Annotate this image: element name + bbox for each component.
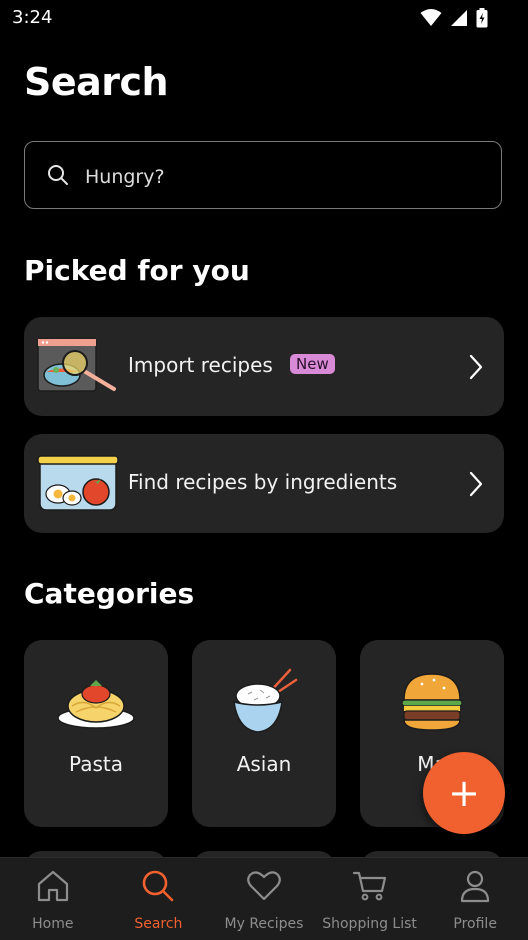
import-recipes-card[interactable]: Import recipes New	[24, 317, 504, 416]
chevron-right-icon	[469, 471, 483, 497]
nav-label: Shopping List	[322, 916, 417, 932]
bottom-nav: Home Search My Recipes Shopping List Pro…	[0, 857, 528, 940]
section-title-categories: Categories	[24, 577, 195, 610]
home-icon	[37, 870, 68, 902]
battery-charging-icon	[476, 8, 488, 28]
category-label: Asian	[236, 752, 292, 776]
section-title-picked: Picked for you	[24, 254, 250, 287]
import-recipes-label: Import recipes	[128, 353, 273, 377]
ingredients-illustration	[37, 455, 119, 511]
nav-label: Search	[134, 916, 183, 932]
heart-icon	[247, 871, 281, 901]
category-asian[interactable]: Asian	[192, 640, 336, 827]
search-icon	[143, 870, 174, 902]
add-recipe-fab[interactable]: +	[423, 752, 505, 834]
nav-label: My Recipes	[224, 916, 304, 932]
import-recipes-illustration	[37, 338, 116, 392]
status-icons	[420, 8, 488, 28]
search-icon	[48, 165, 68, 185]
find-by-ingredients-label: Find recipes by ingredients	[128, 470, 398, 494]
person-icon	[461, 870, 490, 903]
burger-illustration	[401, 673, 463, 731]
cart-icon	[352, 871, 386, 901]
signal-icon	[451, 10, 467, 26]
search-field[interactable]	[24, 141, 502, 209]
nav-label: Home	[32, 916, 74, 932]
rice-bowl-illustration	[233, 668, 298, 733]
status-bar: 3:24	[0, 0, 528, 36]
category-label: Pasta	[69, 752, 123, 776]
nav-item-my-recipes[interactable]: My Recipes	[211, 858, 317, 940]
nav-item-profile[interactable]: Profile	[422, 858, 528, 940]
nav-item-home[interactable]: Home	[0, 858, 106, 940]
wifi-icon	[420, 9, 442, 26]
nav-label: Profile	[453, 916, 497, 932]
plus-icon: +	[448, 771, 480, 815]
nav-item-shopping-list[interactable]: Shopping List	[317, 858, 423, 940]
new-badge: New	[290, 354, 335, 374]
chevron-right-icon	[469, 354, 483, 380]
nav-item-search[interactable]: Search	[106, 858, 212, 940]
status-time: 3:24	[12, 7, 53, 28]
pasta-illustration	[57, 680, 135, 729]
find-by-ingredients-card[interactable]: Find recipes by ingredients	[24, 434, 504, 533]
page-title: Search	[24, 60, 169, 104]
category-pasta[interactable]: Pasta	[24, 640, 168, 827]
search-input[interactable]	[83, 160, 467, 194]
